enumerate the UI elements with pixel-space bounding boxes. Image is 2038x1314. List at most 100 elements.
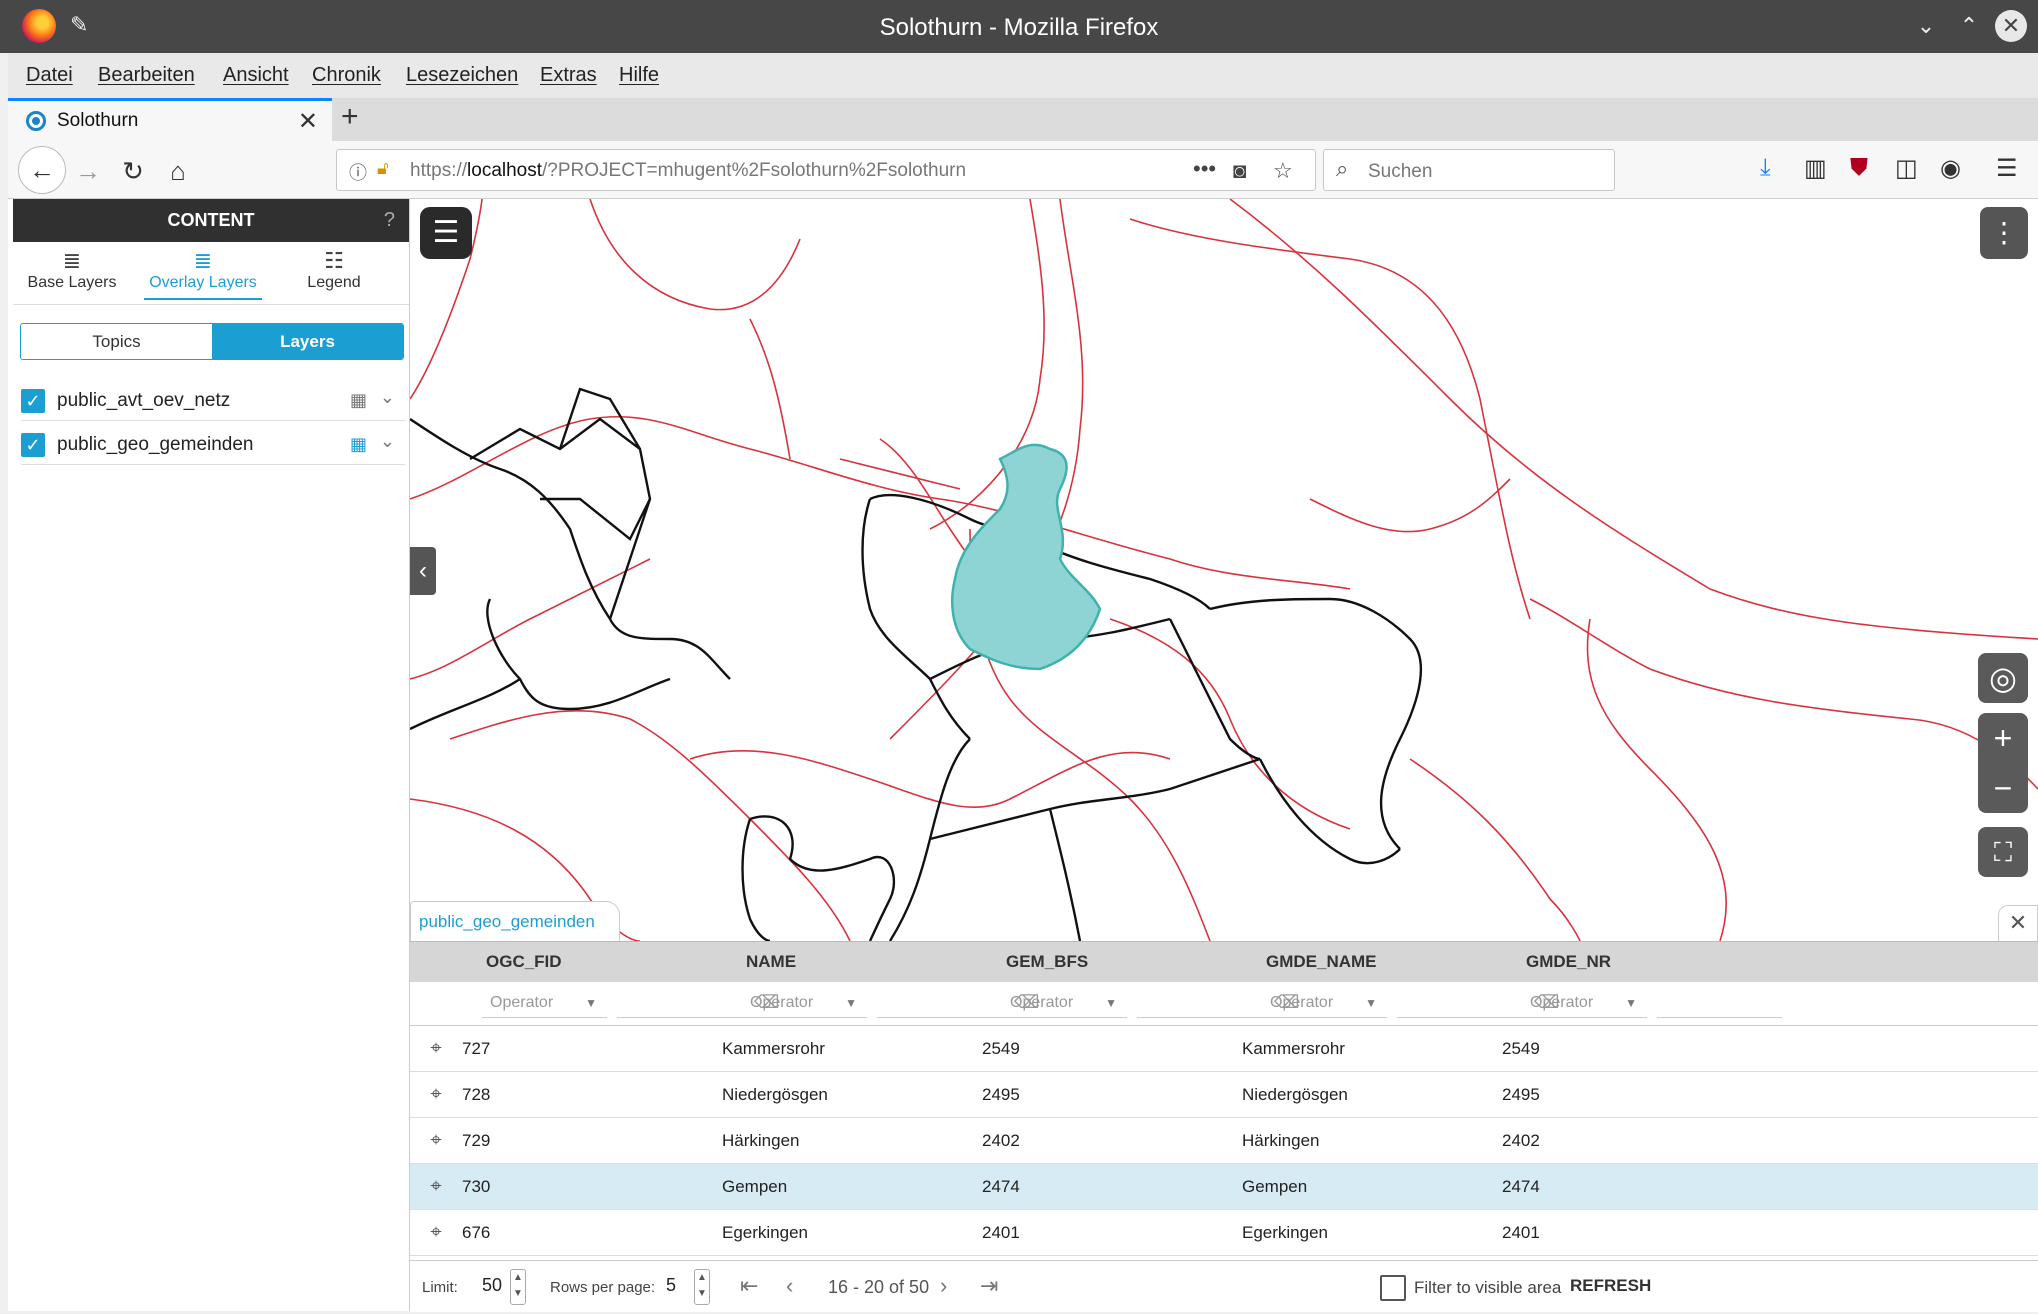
more-options-button[interactable]: ⋮ (1980, 207, 2028, 259)
filter-visible-area-checkbox[interactable] (1380, 1275, 1406, 1301)
filter-value-input[interactable] (617, 990, 742, 1018)
menu-lesezeichen[interactable]: Lesezeichen (406, 64, 518, 87)
segment-layers[interactable]: Layers (212, 324, 403, 359)
close-tab-icon[interactable]: ✕ (298, 107, 318, 136)
table-row[interactable]: ⌖ 676 Egerkingen 2401 Egerkingen 2401 (410, 1210, 2038, 1256)
tab-title: Solothurn (57, 110, 139, 131)
pocket-icon[interactable]: ◙ (1233, 158, 1246, 184)
chevron-down-icon[interactable]: ⌄ (380, 387, 395, 408)
cell-ogc-fid: 676 (462, 1223, 491, 1242)
filter-value-input[interactable] (877, 990, 1002, 1018)
collapse-sidebar-button[interactable]: ‹ (410, 547, 436, 595)
menu-bearbeiten[interactable]: Bearbeiten (98, 64, 195, 87)
maximize-icon[interactable]: ⌃ (1953, 10, 1985, 42)
url-text[interactable]: https://localhost/?PROJECT=mhugent%2Fsol… (410, 160, 966, 182)
operator-select[interactable]: Operator ▼ (1522, 990, 1647, 1018)
segment-topics[interactable]: Topics (21, 324, 212, 359)
attribute-table-tab[interactable]: public_geo_gemeinden (410, 901, 620, 941)
table-header: OGC_FID NAME GEM_BFS GMDE_NAME GMDE_NR (410, 942, 2038, 982)
next-page-icon[interactable]: › (940, 1273, 947, 1299)
close-attribute-table-button[interactable]: ✕ (1998, 905, 2038, 941)
table-row-selected[interactable]: ⌖ 730 Gempen 2474 Gempen 2474 (410, 1164, 2038, 1210)
attribute-table-icon[interactable]: ▦ (350, 434, 367, 455)
filter-value-input[interactable] (1657, 990, 1782, 1018)
refresh-button[interactable]: REFRESH (1570, 1276, 1651, 1296)
rows-per-page-input[interactable]: 5 (666, 1275, 676, 1296)
layer-checkbox[interactable]: ✓ (21, 389, 45, 413)
menu-extras[interactable]: Extras (540, 64, 597, 87)
selected-municipality-gempen[interactable] (950, 443, 1102, 671)
search-placeholder: Suchen (1368, 161, 1433, 182)
info-icon[interactable]: ⓘ (349, 159, 367, 185)
bookmark-star-icon[interactable]: ☆ (1273, 158, 1293, 184)
zoom-to-feature-icon[interactable]: ⌖ (424, 1036, 448, 1060)
library-icon[interactable]: ▥ (1804, 154, 1827, 183)
menu-datei[interactable]: Datei (26, 64, 73, 87)
zoom-out-button[interactable]: − (1978, 763, 2028, 813)
first-page-icon[interactable]: ⇤ (740, 1273, 758, 1299)
locate-me-button[interactable]: ◎ (1978, 653, 2028, 703)
column-filter: Operator ▼ (1522, 990, 2032, 1018)
menu-ansicht[interactable]: Ansicht (223, 64, 289, 87)
fullscreen-button[interactable]: ⛶ (1978, 827, 2028, 877)
help-button[interactable]: ? (384, 199, 395, 242)
table-row[interactable]: ⌖ 727 Kammersrohr 2549 Kammersrohr 2549 (410, 1026, 2038, 1072)
sidebar-title: CONTENT (167, 210, 255, 230)
zoom-to-feature-icon[interactable]: ⌖ (424, 1128, 448, 1152)
qwc-app: CONTENT ? ≣ Base Layers ≣ Overlay Layers… (8, 199, 2038, 1312)
downloads-icon[interactable]: ⤓ (1760, 154, 1771, 182)
close-window-icon[interactable]: ✕ (1995, 10, 2027, 42)
reload-button[interactable]: ↻ (113, 151, 153, 191)
menu-hilfe[interactable]: Hilfe (619, 64, 659, 87)
chevron-down-icon[interactable]: ⌄ (380, 431, 395, 452)
column-header[interactable]: GMDE_NAME (1266, 952, 1377, 972)
hamburger-menu-icon[interactable]: ☰ (1996, 154, 2018, 183)
filter-value-input[interactable] (1137, 990, 1262, 1018)
content-sidebar: CONTENT ? ≣ Base Layers ≣ Overlay Layers… (13, 199, 410, 1311)
layer-checkbox[interactable]: ✓ (21, 433, 45, 457)
sidebar-toggle-icon[interactable]: ◫ (1895, 154, 1918, 183)
previous-page-icon[interactable]: ‹ (786, 1273, 793, 1299)
table-row[interactable]: ⌖ 729 Härkingen 2402 Härkingen 2402 (410, 1118, 2038, 1164)
minimize-icon[interactable]: ⌄ (1910, 10, 1942, 42)
page-actions-icon[interactable]: ••• (1193, 156, 1216, 182)
ublock-icon[interactable]: ⛊ (1850, 154, 1868, 182)
filter-value-input[interactable] (1397, 990, 1522, 1018)
account-icon[interactable]: ◉ (1940, 154, 1961, 183)
tab-overlay-layers[interactable]: ≣ Overlay Layers (144, 248, 262, 300)
menu-chronik[interactable]: Chronik (312, 64, 381, 87)
zoom-in-button[interactable]: + (1978, 713, 2028, 763)
zoom-to-feature-icon[interactable]: ⌖ (424, 1220, 448, 1244)
zoom-to-feature-icon[interactable]: ⌖ (424, 1082, 448, 1106)
search-bar[interactable]: ⌕ Suchen (1323, 149, 1615, 191)
zoom-to-feature-icon[interactable]: ⌖ (424, 1174, 448, 1198)
rows-per-page-stepper[interactable]: ▲ ▼ (694, 1269, 710, 1305)
caret-down-icon: ▼ (845, 996, 857, 1010)
back-button[interactable]: ← (18, 146, 66, 194)
tab-base-layers[interactable]: ≣ Base Layers (13, 248, 131, 300)
limit-stepper[interactable]: ▲ ▼ (510, 1269, 526, 1305)
attribute-table-icon[interactable]: ▦ (350, 390, 367, 411)
limit-input[interactable]: 50 (482, 1275, 502, 1296)
new-tab-button[interactable]: + (341, 100, 359, 134)
app-menu-button[interactable]: ☰ (420, 207, 472, 259)
url-bar[interactable]: ⓘ 🔓︎ https://localhost/?PROJECT=mhugent%… (336, 149, 1316, 191)
forward-button[interactable]: → (68, 151, 108, 191)
column-header[interactable]: NAME (746, 952, 796, 972)
last-page-icon[interactable]: ⇥ (980, 1273, 998, 1299)
insecure-lock-icon[interactable]: 🔓︎ (377, 158, 389, 179)
operator-select[interactable]: Operator ▼ (482, 990, 607, 1018)
operator-select[interactable]: Operator ▼ (742, 990, 867, 1018)
operator-select[interactable]: Operator ▼ (1002, 990, 1127, 1018)
table-row[interactable]: ⌖ 728 Niedergösgen 2495 Niedergösgen 249… (410, 1072, 2038, 1118)
map-canvas[interactable]: ☰ ⋮ ‹ ◎ + − ⛶ (410, 199, 2038, 941)
column-header[interactable]: OGC_FID (486, 952, 562, 972)
column-header[interactable]: GMDE_NR (1526, 952, 1611, 972)
attribute-table: OGC_FID NAME GEM_BFS GMDE_NAME GMDE_NR O… (410, 941, 2038, 1312)
home-button[interactable]: ⌂ (158, 151, 198, 191)
tab-legend[interactable]: ☷ Legend (275, 248, 393, 300)
layer-row: ✓ public_geo_gemeinden ▦ ⌄ (21, 423, 405, 465)
column-header[interactable]: GEM_BFS (1006, 952, 1088, 972)
operator-select[interactable]: Operator ▼ (1262, 990, 1387, 1018)
browser-tab[interactable]: Solothurn ✕ (8, 98, 332, 141)
